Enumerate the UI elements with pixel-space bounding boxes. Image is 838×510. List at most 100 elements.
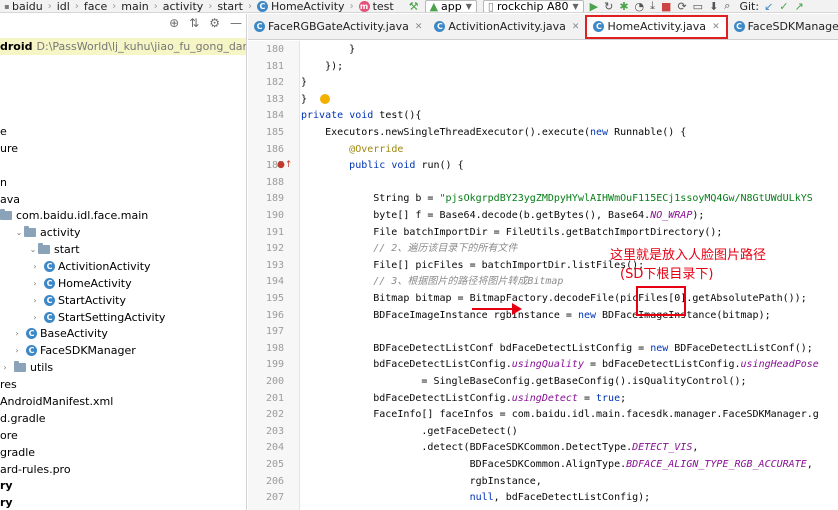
chevron-right-icon[interactable]: › xyxy=(12,329,22,338)
code-line[interactable]: bdFaceDetectListConfig.usingQuality = bd… xyxy=(301,356,819,373)
code-line[interactable]: .detect(BDFaceSDKCommon.DetectType.DETEC… xyxy=(301,439,698,456)
tree-item[interactable]: ore xyxy=(0,427,246,444)
tree-item-class[interactable]: › C BaseActivity xyxy=(0,325,246,342)
code-line[interactable]: = SingleBaseConfig.getBaseConfig().isQua… xyxy=(301,373,746,390)
chevron-right-icon[interactable]: › xyxy=(12,346,22,355)
tree-item-package[interactable]: com.baidu.idl.face.main xyxy=(0,207,246,224)
locate-icon[interactable]: ⊕ xyxy=(169,16,179,30)
code-line[interactable]: }); xyxy=(301,58,343,75)
tree-item[interactable]: e xyxy=(0,123,246,140)
code-line[interactable]: Executors.newSingleThreadExecutor().exec… xyxy=(301,124,686,141)
code-line[interactable]: bdFaceDetectListConfig.usingDetect = tru… xyxy=(301,390,626,407)
code-line[interactable]: } xyxy=(301,41,355,58)
project-toolbar: ⊕ ⇅ ⚙ — xyxy=(0,14,246,31)
breadcrumb-main[interactable]: main xyxy=(119,0,150,12)
tab-facergbgateactivity[interactable]: C FaceRGBGateActivity.java ✕ xyxy=(248,14,428,39)
close-icon[interactable]: ✕ xyxy=(572,22,580,32)
run-icon[interactable]: ▶ xyxy=(587,0,601,12)
chevron-right-icon[interactable]: › xyxy=(0,363,10,372)
tree-item-utils[interactable]: › utils xyxy=(0,359,246,376)
device-manager-icon[interactable]: ▭ xyxy=(690,0,706,12)
hammer-build-icon[interactable]: ⚒ xyxy=(406,0,422,12)
run-config-select[interactable]: ▲ app ▼ xyxy=(424,0,477,13)
code-line[interactable]: String b = "pjsOkgrpdBY23ygZMDpyHYwlAIHW… xyxy=(301,190,813,207)
search-icon[interactable]: ⌕ xyxy=(721,0,733,12)
android-icon: ▲ xyxy=(429,0,439,13)
tree-item[interactable]: d.gradle xyxy=(0,410,246,427)
tab-facesdkmanager[interactable]: C FaceSDKManager.java ✕ xyxy=(728,14,838,39)
code-line[interactable]: Bitmap bitmap = BitmapFactory.decodeFile… xyxy=(301,290,807,307)
breadcrumb-method[interactable]: m test xyxy=(357,0,396,12)
code-line[interactable]: // 2、遍历该目录下的所有文件 xyxy=(301,240,517,257)
breadcrumb-activity[interactable]: activity xyxy=(161,0,206,12)
code-line[interactable]: null, bdFaceDetectListConfig); xyxy=(301,489,651,506)
breadcrumb-start[interactable]: start xyxy=(215,0,245,12)
code-line[interactable]: .getFaceDetect() xyxy=(301,423,517,440)
profile-icon[interactable]: ◔ xyxy=(632,0,648,12)
debug-icon[interactable]: ✱ xyxy=(616,0,631,12)
code-line[interactable]: BDFaceSDKCommon.AlignType.BDFACE_ALIGN_T… xyxy=(301,456,813,473)
hide-icon[interactable]: — xyxy=(230,16,242,30)
tree-item[interactable]: res xyxy=(0,376,246,393)
code-line[interactable]: // 3、根据图片的路径将图片转成Bitmap xyxy=(301,273,563,290)
tree-item[interactable]: n xyxy=(0,174,246,191)
code-line[interactable]: File batchImportDir = FileUtils.getBatch… xyxy=(301,224,722,241)
breadcrumb-separator: › xyxy=(208,0,213,12)
code-line[interactable]: rgbInstance, xyxy=(301,473,542,490)
tree-item-activity[interactable]: ⌄ activity xyxy=(0,224,246,241)
tree-item[interactable]: ard-rules.pro xyxy=(0,461,246,478)
tree-item[interactable]: ry xyxy=(0,477,246,494)
collapse-all-icon[interactable]: ⇅ xyxy=(189,16,199,30)
code-line[interactable]: @Override xyxy=(301,141,403,158)
device-select[interactable]: ▯ rockchip A80 ▼ xyxy=(482,0,584,12)
project-root[interactable]: droid D:\PassWorld\lj_kuhu\jiao_fu_gong_… xyxy=(0,38,246,55)
tree-item-class[interactable]: › C StartSettingActivity xyxy=(0,309,246,326)
sdk-manager-icon[interactable]: ⬇ xyxy=(706,0,721,12)
override-icon[interactable]: ●↑ xyxy=(277,160,292,170)
line-number: 188 xyxy=(265,176,284,188)
tab-activitionactivity[interactable]: C ActivitionActivity.java ✕ xyxy=(428,14,585,39)
code-line[interactable]: } xyxy=(301,91,307,108)
breadcrumb-face[interactable]: face xyxy=(82,0,109,12)
tree-item[interactable]: ava xyxy=(0,191,246,208)
chevron-right-icon[interactable]: › xyxy=(30,279,40,288)
close-icon[interactable]: ✕ xyxy=(712,22,720,32)
tree-item-class[interactable]: › C ActivitionActivity xyxy=(0,258,246,275)
gear-icon[interactable]: ⚙ xyxy=(209,16,220,30)
sync-icon[interactable]: ⟳ xyxy=(674,0,689,12)
code-line[interactable]: FaceInfo[] faceInfos = com.baidu.idl.mai… xyxy=(301,406,819,423)
breadcrumb-baidu[interactable]: ▪ baidu xyxy=(0,0,45,12)
tree-item-class[interactable]: › C FaceSDKManager xyxy=(0,342,246,359)
tab-homeactivity[interactable]: C HomeActivity.java ✕ xyxy=(585,14,728,39)
chevron-down-icon[interactable]: ⌄ xyxy=(14,228,24,237)
git-update-icon[interactable]: ↙ xyxy=(761,0,776,12)
breadcrumb-idl[interactable]: idl xyxy=(55,0,72,12)
chevron-right-icon[interactable]: › xyxy=(30,296,40,305)
code-editor[interactable]: } });}} private void test(){ Executors.ne… xyxy=(301,41,838,510)
code-line[interactable]: BDFaceDetectListConf bdFaceDetectListCon… xyxy=(301,340,813,357)
code-line[interactable]: File[] picFiles = batchImportDir.listFil… xyxy=(301,257,644,274)
tree-item[interactable]: ure xyxy=(0,140,246,157)
breadcrumb-file[interactable]: C HomeActivity xyxy=(255,0,347,12)
code-line[interactable]: } xyxy=(301,74,307,91)
git-push-icon[interactable]: ↗ xyxy=(792,0,807,12)
tree-item[interactable]: AndroidManifest.xml xyxy=(0,393,246,410)
chevron-down-icon[interactable]: ⌄ xyxy=(28,245,38,254)
stop-icon[interactable]: ■ xyxy=(658,0,674,12)
chevron-right-icon[interactable]: › xyxy=(30,262,40,271)
close-icon[interactable]: ✕ xyxy=(415,22,423,32)
code-line[interactable]: byte[] f = Base64.decode(b.getBytes(), B… xyxy=(301,207,704,224)
code-line[interactable]: public void run() { xyxy=(301,157,463,174)
git-commit-icon[interactable]: ✓ xyxy=(776,0,791,12)
apply-changes-icon[interactable]: ↻ xyxy=(601,0,616,12)
code-line[interactable]: BDFaceImageInstance rgbInstance = new BD… xyxy=(301,307,770,324)
tree-item-start[interactable]: ⌄ start xyxy=(0,241,246,258)
tree-item[interactable]: ry xyxy=(0,494,246,510)
tree-item-class[interactable]: › C StartActivity xyxy=(0,292,246,309)
git-label: Git: xyxy=(739,0,760,13)
tree-item[interactable]: gradle xyxy=(0,444,246,461)
code-line[interactable]: private void test(){ xyxy=(301,107,421,124)
attach-debugger-icon[interactable]: ⤓ xyxy=(647,0,658,12)
tree-item-class[interactable]: › C HomeActivity xyxy=(0,275,246,292)
chevron-right-icon[interactable]: › xyxy=(30,313,40,322)
